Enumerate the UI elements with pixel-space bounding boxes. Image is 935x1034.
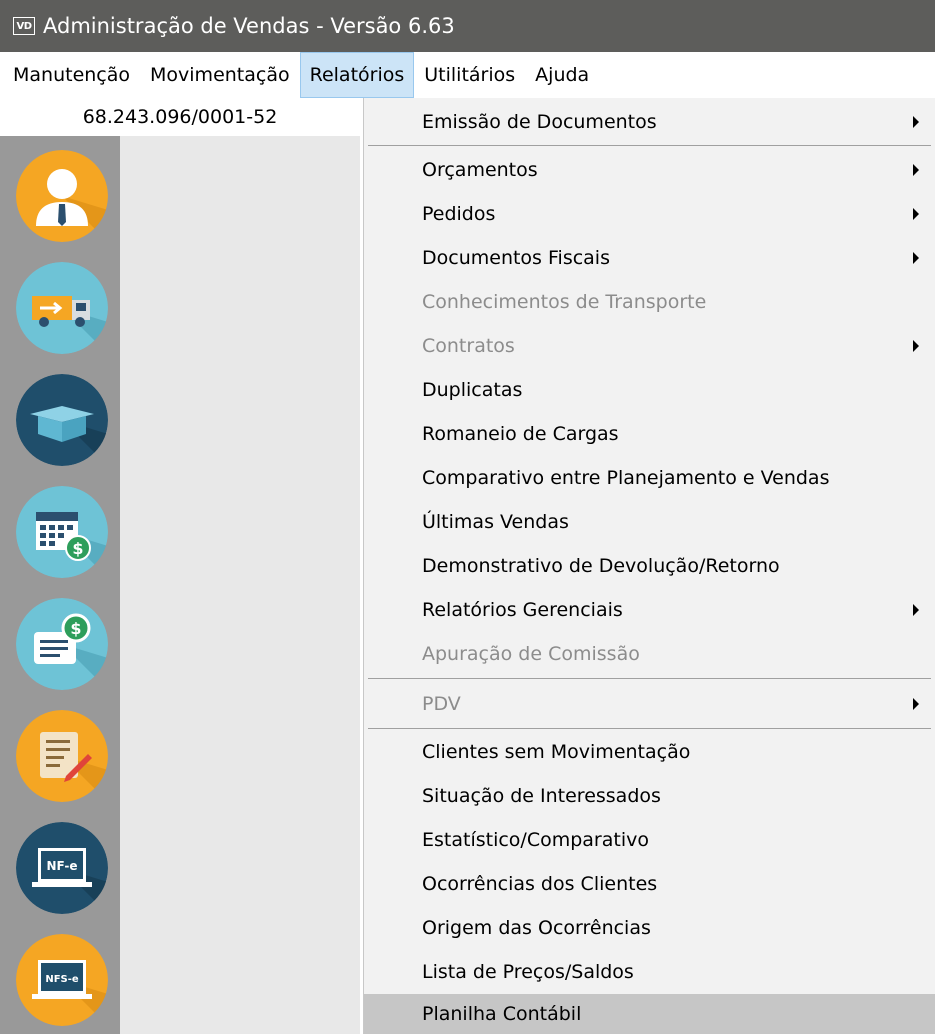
submenu-arrow-icon xyxy=(913,252,919,264)
menu-item-label: Documentos Fiscais xyxy=(422,247,610,269)
sidebar-button-nfse[interactable]: NFS-e xyxy=(16,934,108,1026)
menu-item-relatorios-gerenciais[interactable]: Relatórios Gerenciais xyxy=(364,588,935,632)
menu-item-pedidos[interactable]: Pedidos xyxy=(364,192,935,236)
menu-utilitarios[interactable]: Utilitários xyxy=(414,52,525,98)
sidebar-button-nfe[interactable]: NF-e xyxy=(16,822,108,914)
svg-text:$: $ xyxy=(72,539,83,558)
nfe-laptop-icon: NF-e xyxy=(16,822,108,914)
submenu-arrow-icon xyxy=(913,208,919,220)
menu-item-label: Planilha Contábil xyxy=(422,1003,582,1025)
svg-text:$: $ xyxy=(70,619,81,638)
submenu-arrow-icon xyxy=(913,164,919,176)
delivery-truck-icon xyxy=(16,262,108,354)
svg-text:NFS-e: NFS-e xyxy=(45,974,79,985)
menu-bar: Manutenção Movimentação Relatórios Utili… xyxy=(0,52,935,98)
menu-manutencao[interactable]: Manutenção xyxy=(0,52,140,98)
menu-item-documentos-fiscais[interactable]: Documentos Fiscais xyxy=(364,236,935,280)
menu-item-duplicatas[interactable]: Duplicatas xyxy=(364,368,935,412)
menu-item-orcamentos[interactable]: Orçamentos xyxy=(364,148,935,192)
menu-item-label: Relatórios Gerenciais xyxy=(422,599,623,621)
menu-item-label: Apuração de Comissão xyxy=(422,643,640,665)
relatorios-dropdown-menu: Emissão de Documentos Orçamentos Pedidos… xyxy=(363,98,935,1034)
menu-item-label: Duplicatas xyxy=(422,379,523,401)
menu-separator xyxy=(368,728,931,729)
sidebar: $ $ NF-e NFS-e xyxy=(0,136,120,1034)
menu-item-estatistico-comparativo[interactable]: Estatístico/Comparativo xyxy=(364,818,935,862)
document-money-icon: $ xyxy=(16,598,108,690)
person-icon xyxy=(16,150,108,242)
box-icon xyxy=(16,374,108,466)
calendar-money-icon: $ xyxy=(16,486,108,578)
menu-item-lista-precos-saldos[interactable]: Lista de Preços/Saldos xyxy=(364,950,935,994)
menu-item-label: Ocorrências dos Clientes xyxy=(422,873,658,895)
submenu-arrow-icon xyxy=(913,604,919,616)
menu-item-conhecimentos-transporte: Conhecimentos de Transporte xyxy=(364,280,935,324)
company-cnpj: 68.243.096/0001-52 xyxy=(0,98,360,136)
svg-text:NF-e: NF-e xyxy=(47,859,78,873)
app-logo-icon: VD xyxy=(13,17,35,35)
sidebar-button-produtos[interactable] xyxy=(16,374,108,466)
menu-item-label: Pedidos xyxy=(422,203,496,225)
menu-item-pdv: PDV xyxy=(364,682,935,726)
menu-item-label: Estatístico/Comparativo xyxy=(422,829,649,851)
sidebar-button-clientes[interactable] xyxy=(16,150,108,242)
submenu-arrow-icon xyxy=(913,698,919,710)
menu-item-planilha-contabil[interactable]: Planilha Contábil xyxy=(364,994,935,1034)
menu-item-ocorrencias-clientes[interactable]: Ocorrências dos Clientes xyxy=(364,862,935,906)
nfse-laptop-icon: NFS-e xyxy=(16,934,108,1026)
window-title: Administração de Vendas - Versão 6.63 xyxy=(43,14,455,38)
menu-item-situacao-interessados[interactable]: Situação de Interessados xyxy=(364,774,935,818)
menu-item-label: Orçamentos xyxy=(422,159,538,181)
menu-item-label: Contratos xyxy=(422,335,515,357)
sidebar-button-cobranca[interactable]: $ xyxy=(16,598,108,690)
menu-item-label: Emissão de Documentos xyxy=(422,111,657,133)
checklist-pen-icon xyxy=(16,710,108,802)
menu-item-label: Romaneio de Cargas xyxy=(422,423,619,445)
menu-item-apuracao-comissao: Apuração de Comissão xyxy=(364,632,935,676)
menu-item-origem-ocorrencias[interactable]: Origem das Ocorrências xyxy=(364,906,935,950)
sidebar-button-entregas[interactable] xyxy=(16,262,108,354)
menu-item-clientes-sem-movimentacao[interactable]: Clientes sem Movimentação xyxy=(364,730,935,774)
title-bar: VD Administração de Vendas - Versão 6.63 xyxy=(0,0,935,52)
menu-item-contratos: Contratos xyxy=(364,324,935,368)
sidebar-button-tarefas[interactable] xyxy=(16,710,108,802)
menu-separator xyxy=(368,145,931,146)
menu-item-ultimas-vendas[interactable]: Últimas Vendas xyxy=(364,500,935,544)
sidebar-button-financeiro[interactable]: $ xyxy=(16,486,108,578)
menu-item-label: Lista de Preços/Saldos xyxy=(422,961,634,983)
menu-movimentacao[interactable]: Movimentação xyxy=(140,52,300,98)
menu-item-label: Origem das Ocorrências xyxy=(422,917,651,939)
menu-item-label: Clientes sem Movimentação xyxy=(422,741,691,763)
menu-item-label: Demonstrativo de Devolução/Retorno xyxy=(422,555,780,577)
menu-separator xyxy=(368,678,931,679)
submenu-arrow-icon xyxy=(913,340,919,352)
menu-item-label: PDV xyxy=(422,693,461,715)
menu-relatorios[interactable]: Relatórios xyxy=(299,52,415,98)
menu-item-label: Comparativo entre Planejamento e Vendas xyxy=(422,467,830,489)
menu-item-romaneio-cargas[interactable]: Romaneio de Cargas xyxy=(364,412,935,456)
menu-item-demonstrativo-devolucao[interactable]: Demonstrativo de Devolução/Retorno xyxy=(364,544,935,588)
menu-item-label: Situação de Interessados xyxy=(422,785,661,807)
menu-item-label: Conhecimentos de Transporte xyxy=(422,291,707,313)
menu-item-comparativo-planejamento[interactable]: Comparativo entre Planejamento e Vendas xyxy=(364,456,935,500)
submenu-arrow-icon xyxy=(913,116,919,128)
menu-ajuda[interactable]: Ajuda xyxy=(525,52,599,98)
menu-item-emissao-documentos[interactable]: Emissão de Documentos xyxy=(364,100,935,144)
menu-item-label: Últimas Vendas xyxy=(422,511,569,533)
